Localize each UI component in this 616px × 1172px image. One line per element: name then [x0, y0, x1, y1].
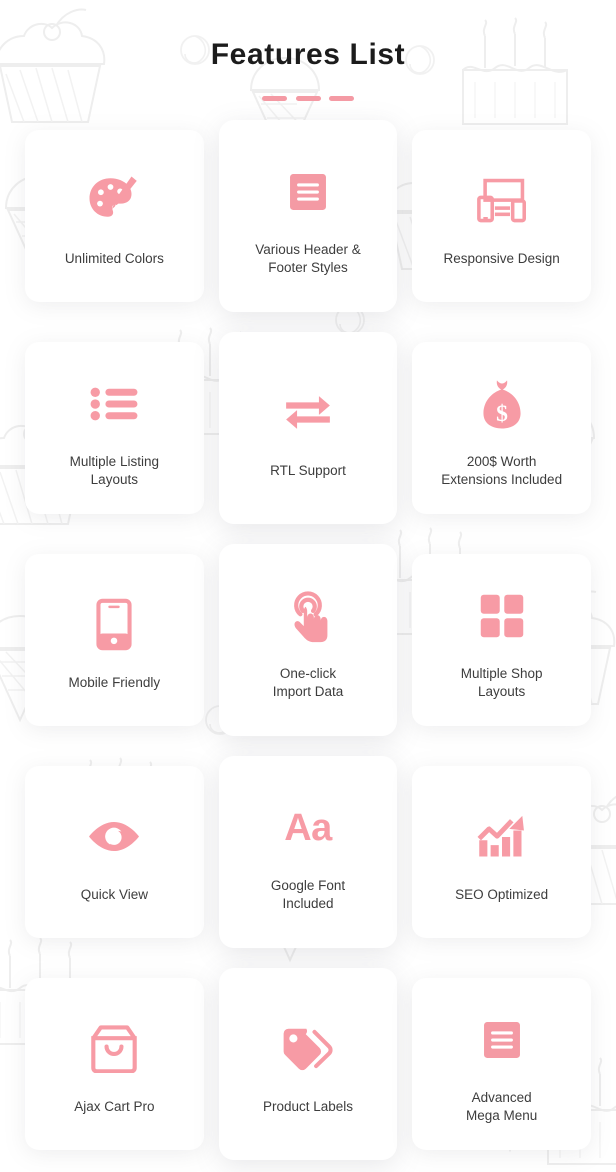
feature-card[interactable]: Advanced Mega Menu: [412, 978, 591, 1150]
page-header: Features List: [0, 0, 616, 101]
feature-card[interactable]: Various Header & Footer Styles: [219, 120, 398, 312]
feature-label: SEO Optimized: [455, 886, 548, 904]
feature-card[interactable]: Multiple Shop Layouts: [412, 554, 591, 726]
feature-label: RTL Support: [270, 462, 346, 480]
feature-card[interactable]: Quick View: [25, 766, 204, 938]
hamburger-menu-icon: [477, 1005, 527, 1075]
feature-card[interactable]: RTL Support: [219, 332, 398, 524]
feature-card[interactable]: One-click Import Data: [219, 544, 398, 736]
feature-label: Multiple Listing Layouts: [70, 453, 159, 489]
feature-label: Multiple Shop Layouts: [461, 665, 543, 701]
features-grid: Unlimited Colors Various Header & Footer …: [0, 120, 616, 1160]
feature-card[interactable]: 200$ Worth Extensions Included: [412, 342, 591, 514]
feature-card[interactable]: Responsive Design: [412, 130, 591, 302]
shopping-bag-icon: [90, 1014, 138, 1084]
devices-icon: [470, 166, 534, 236]
feature-card[interactable]: Product Labels: [219, 968, 398, 1160]
exchange-arrows-icon: [283, 378, 333, 448]
feature-label: Unlimited Colors: [65, 250, 164, 268]
money-bag-icon: [475, 369, 529, 439]
feature-label: Ajax Cart Pro: [74, 1098, 154, 1116]
growth-chart-icon: [476, 802, 528, 872]
font-aa-glyph: Aa: [284, 809, 332, 847]
feature-label: Advanced Mega Menu: [466, 1089, 537, 1125]
page-title: Features List: [0, 38, 616, 71]
feature-label: Mobile Friendly: [69, 674, 161, 692]
feature-label: Google Font Included: [271, 877, 345, 913]
feature-label: 200$ Worth Extensions Included: [441, 453, 562, 489]
feature-label: Various Header & Footer Styles: [255, 241, 361, 277]
price-tags-icon: [282, 1014, 334, 1084]
feature-label: Quick View: [81, 886, 148, 904]
feature-card[interactable]: Unlimited Colors: [25, 130, 204, 302]
feature-card[interactable]: Aa Google Font Included: [219, 756, 398, 948]
mobile-phone-icon: [96, 590, 132, 660]
feature-card[interactable]: Ajax Cart Pro: [25, 978, 204, 1150]
feature-card[interactable]: Multiple Listing Layouts: [25, 342, 204, 514]
feature-label: One-click Import Data: [273, 665, 344, 701]
header-footer-icon: [283, 157, 333, 227]
palette-icon: [86, 166, 142, 236]
feature-label: Product Labels: [263, 1098, 353, 1116]
bullet-list-icon: [89, 369, 139, 439]
font-aa-icon: Aa: [284, 793, 332, 863]
divider-segment: [262, 96, 287, 101]
divider-segment: [329, 96, 354, 101]
eye-icon: [85, 802, 143, 872]
tap-hand-icon: [281, 581, 335, 651]
title-divider: [262, 95, 354, 101]
grid-four-icon: [480, 581, 524, 651]
feature-card[interactable]: Mobile Friendly: [25, 554, 204, 726]
feature-label: Responsive Design: [444, 250, 560, 268]
feature-card[interactable]: SEO Optimized: [412, 766, 591, 938]
divider-segment: [296, 96, 321, 101]
